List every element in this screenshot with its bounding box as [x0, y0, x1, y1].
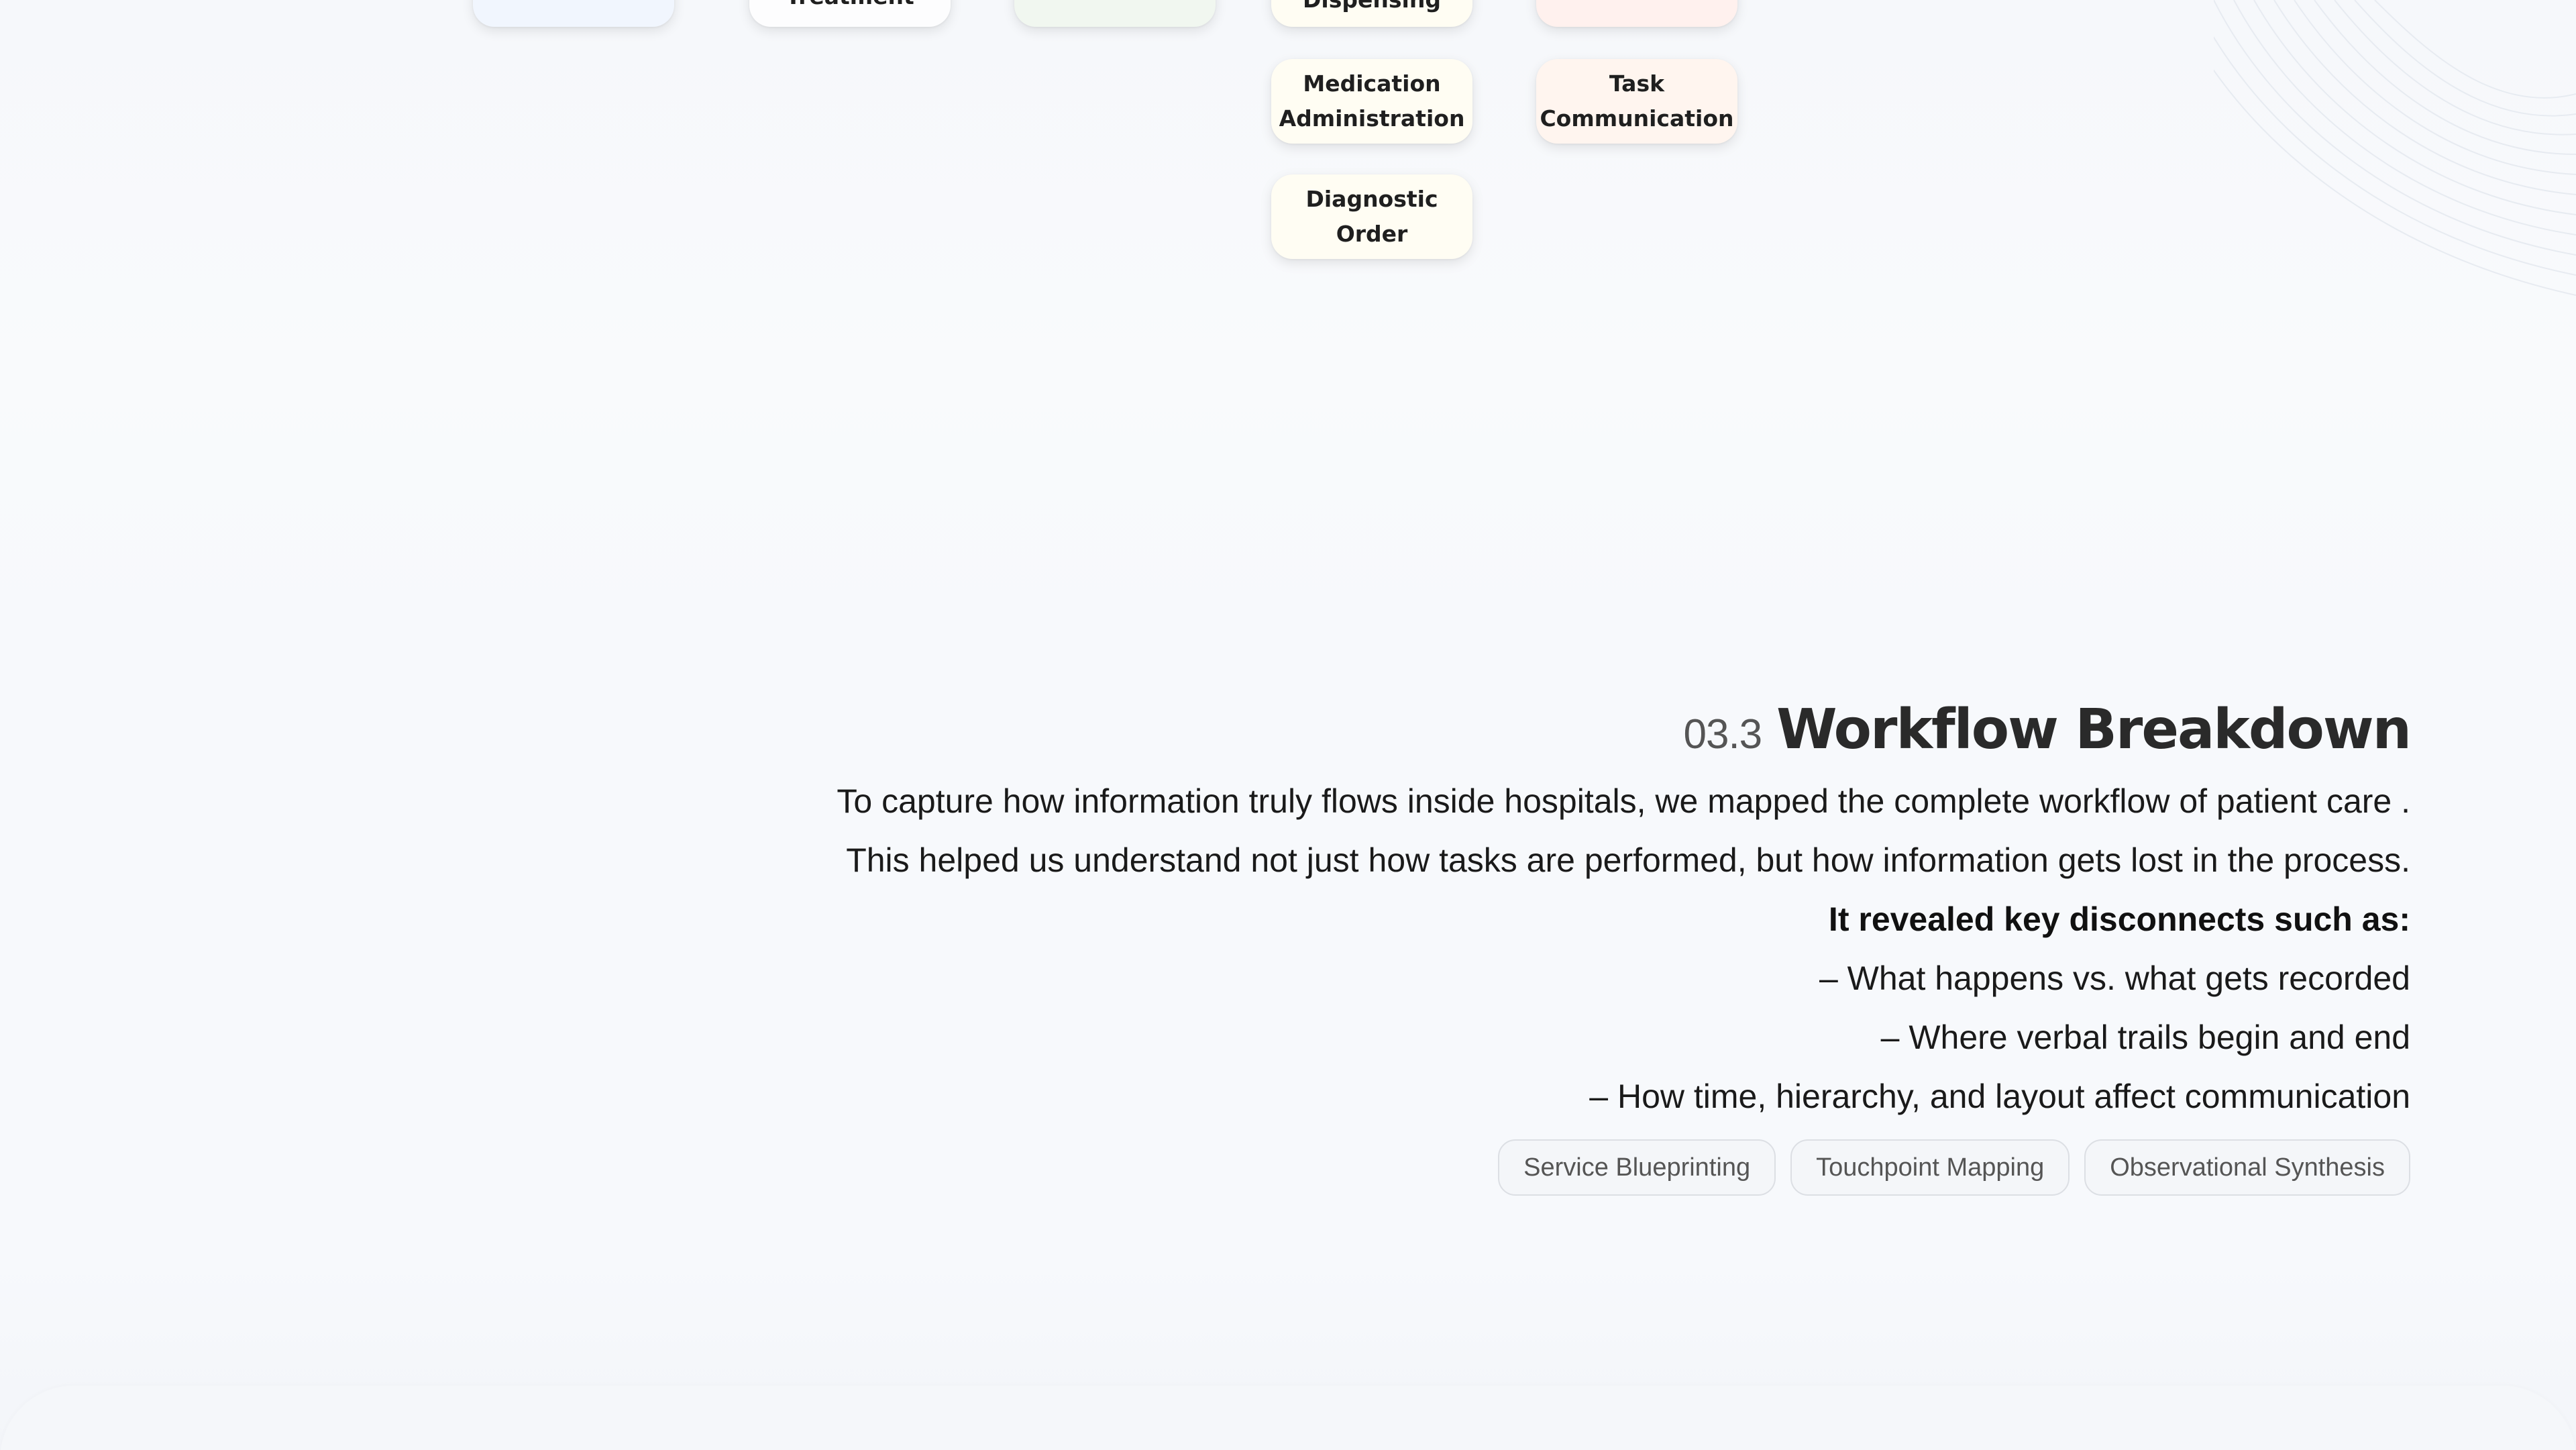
tag-touchpoint-mapping: Touchpoint Mapping: [1790, 1139, 2070, 1196]
workflow-node-blank-blue: [473, 0, 674, 27]
workflow-node-dispensing: Dispensing: [1271, 0, 1472, 27]
bullet-item-3: – How time, hierarchy, and layout affect…: [1589, 1078, 2410, 1115]
bullet-item-2: – Where verbal trails begin and end: [1880, 1019, 2410, 1056]
section-heading: 03.3 Workflow Breakdown: [532, 698, 2412, 772]
workflow-node-blank-pink: [1536, 0, 1737, 27]
method-tags: Service Blueprinting Touchpoint Mapping …: [532, 1139, 2410, 1196]
decorative-lines: [2214, 0, 2576, 296]
body-line-1: To capture how information truly flows i…: [837, 782, 2410, 820]
section-title: Workflow Breakdown: [1776, 698, 2412, 762]
emphasis-line: It revealed key disconnects such as:: [1828, 900, 2410, 938]
workflow-breakdown-section: 03.3 Workflow Breakdown To capture how i…: [532, 698, 2412, 1196]
workflow-node-task-communication: Task Communication: [1536, 59, 1737, 144]
bullet-item-1: – What happens vs. what gets recorded: [1819, 960, 2410, 997]
workflow-node-blank-green: [1014, 0, 1216, 27]
workflow-node-dispensing-label: Dispensing: [1303, 0, 1441, 17]
workflow-node-treatment-label: Treatment: [786, 0, 914, 20]
next-section-card: [0, 1386, 2576, 1450]
body-line-2: This helped us understand not just how t…: [846, 841, 2410, 879]
workflow-node-diagnostic-order: Diagnostic Order: [1271, 174, 1472, 259]
tag-observational-synthesis: Observational Synthesis: [2084, 1139, 2410, 1196]
section-number: 03.3: [1683, 711, 1762, 758]
tag-service-blueprinting: Service Blueprinting: [1498, 1139, 1776, 1196]
workflow-node-treatment: Treatment: [749, 0, 951, 27]
workflow-node-medication-administration: Medication Administration: [1271, 59, 1472, 144]
